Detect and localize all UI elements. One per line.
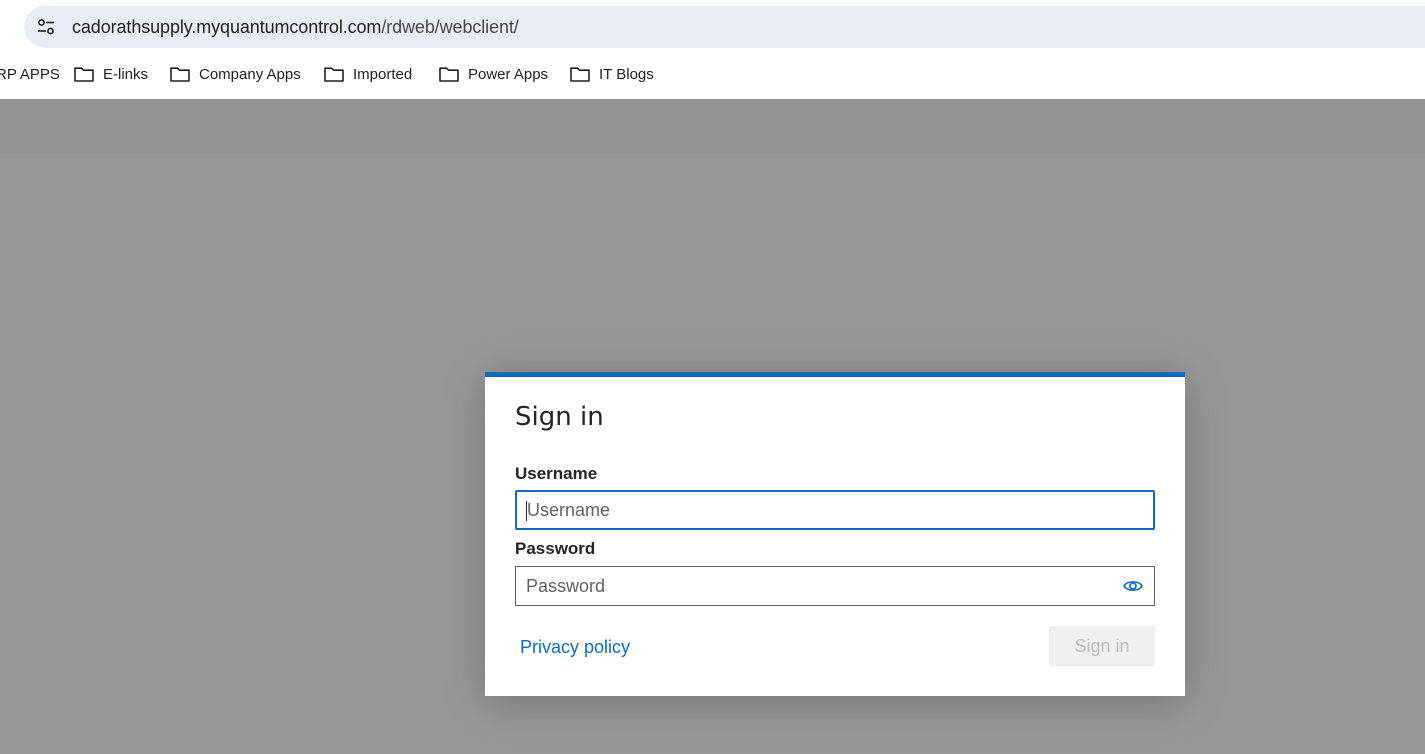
folder-icon — [439, 67, 459, 82]
url-path: /rdweb/webclient/ — [381, 17, 519, 37]
folder-icon — [170, 67, 190, 82]
sign-in-dialog: Sign in Username Password Privacy policy… — [485, 372, 1185, 696]
sign-in-button[interactable]: Sign in — [1049, 626, 1155, 666]
bookmark-label: Power Apps — [468, 65, 549, 83]
eye-icon — [1123, 581, 1143, 591]
tune-icon — [38, 19, 54, 35]
privacy-policy-link[interactable]: Privacy policy — [520, 637, 630, 658]
bookmark-folder-imported[interactable]: Imported — [324, 54, 412, 94]
username-field[interactable] — [515, 490, 1155, 530]
browser-toolbar: cadorathsupply.myquantumcontrol.com/rdwe… — [0, 0, 1425, 54]
bookmark-label: Company Apps — [199, 65, 301, 83]
dialog-title: Sign in — [515, 402, 604, 432]
password-field[interactable] — [515, 566, 1155, 606]
bookmark-rp-apps[interactable]: RP APPS — [0, 54, 60, 94]
bookmark-label: RP APPS — [0, 65, 60, 83]
bookmark-folder-it-blogs[interactable]: IT Blogs — [570, 54, 654, 94]
url-host: cadorathsupply.myquantumcontrol.com — [72, 17, 382, 37]
show-password-button[interactable] — [1122, 577, 1144, 595]
site-info-button[interactable] — [32, 13, 60, 41]
folder-icon — [570, 67, 590, 82]
page-header-band — [0, 99, 1425, 158]
bookmark-label: Imported — [353, 65, 413, 83]
password-label: Password — [515, 539, 596, 558]
username-input[interactable] — [517, 492, 1153, 528]
password-input[interactable] — [516, 567, 1154, 605]
bookmarks-bar: RP APPS E-links Company Apps Imported Po… — [0, 54, 1425, 99]
address-bar[interactable]: cadorathsupply.myquantumcontrol.com/rdwe… — [24, 6, 1425, 48]
bookmark-folder-e-links[interactable]: E-links — [74, 54, 148, 94]
url-text[interactable]: cadorathsupply.myquantumcontrol.com/rdwe… — [72, 17, 519, 38]
username-label: Username — [515, 464, 598, 483]
folder-icon — [324, 67, 344, 82]
bookmark-folder-company-apps[interactable]: Company Apps — [170, 54, 301, 94]
text-caret — [526, 501, 527, 521]
bookmark-folder-power-apps[interactable]: Power Apps — [439, 54, 548, 94]
bookmark-label: E-links — [103, 65, 149, 83]
folder-icon — [74, 67, 94, 82]
bookmark-label: IT Blogs — [599, 65, 654, 83]
